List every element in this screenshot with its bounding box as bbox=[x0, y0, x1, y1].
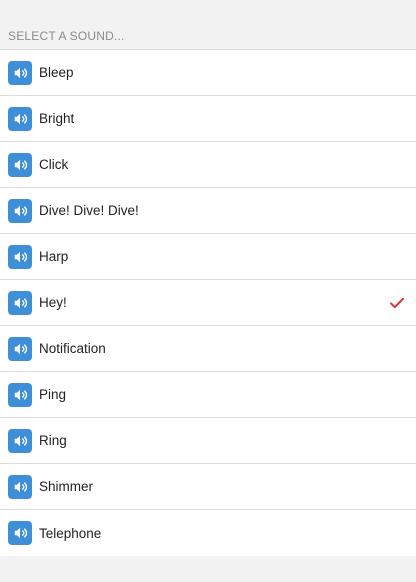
sound-item-bleep[interactable]: Bleep bbox=[0, 50, 416, 96]
sound-label: Harp bbox=[39, 249, 69, 264]
speaker-icon bbox=[8, 428, 32, 453]
sound-item-shimmer[interactable]: Shimmer bbox=[0, 464, 416, 510]
sound-label: Click bbox=[39, 157, 69, 172]
section-header: SELECT A SOUND... bbox=[0, 26, 416, 50]
sound-label: Hey! bbox=[39, 295, 67, 310]
sound-label: Ring bbox=[39, 433, 67, 448]
speaker-icon bbox=[8, 198, 32, 223]
checkmark-icon bbox=[390, 297, 404, 308]
sound-label: Telephone bbox=[39, 525, 102, 541]
bottom-spacer bbox=[0, 556, 416, 582]
speaker-icon bbox=[8, 474, 32, 499]
sound-list: Bleep Bright Click Dive! Dive! Dive! Har… bbox=[0, 50, 416, 556]
sound-item-harp[interactable]: Harp bbox=[0, 234, 416, 280]
sound-label: Bleep bbox=[39, 65, 74, 80]
top-spacer bbox=[0, 0, 416, 26]
sound-label: Notification bbox=[39, 341, 106, 356]
section-header-text: SELECT A SOUND... bbox=[8, 29, 125, 43]
sound-item-bright[interactable]: Bright bbox=[0, 96, 416, 142]
speaker-icon bbox=[8, 382, 32, 407]
sound-item-hey[interactable]: Hey! bbox=[0, 280, 416, 326]
sound-item-notification[interactable]: Notification bbox=[0, 326, 416, 372]
sound-label: Shimmer bbox=[39, 479, 94, 494]
speaker-icon bbox=[8, 60, 32, 85]
speaker-icon bbox=[8, 521, 32, 545]
sound-item-dive-dive-dive[interactable]: Dive! Dive! Dive! bbox=[0, 188, 416, 234]
sound-item-click[interactable]: Click bbox=[0, 142, 416, 188]
speaker-icon bbox=[8, 152, 32, 177]
sound-item-ping[interactable]: Ping bbox=[0, 372, 416, 418]
speaker-icon bbox=[8, 290, 32, 315]
speaker-icon bbox=[8, 336, 32, 361]
sound-label: Bright bbox=[39, 111, 75, 126]
sound-item-ring[interactable]: Ring bbox=[0, 418, 416, 464]
speaker-icon bbox=[8, 106, 32, 131]
sound-item-telephone[interactable]: Telephone bbox=[0, 510, 416, 556]
sound-label: Dive! Dive! Dive! bbox=[39, 203, 139, 218]
sound-label: Ping bbox=[39, 387, 67, 402]
speaker-icon bbox=[8, 244, 32, 269]
